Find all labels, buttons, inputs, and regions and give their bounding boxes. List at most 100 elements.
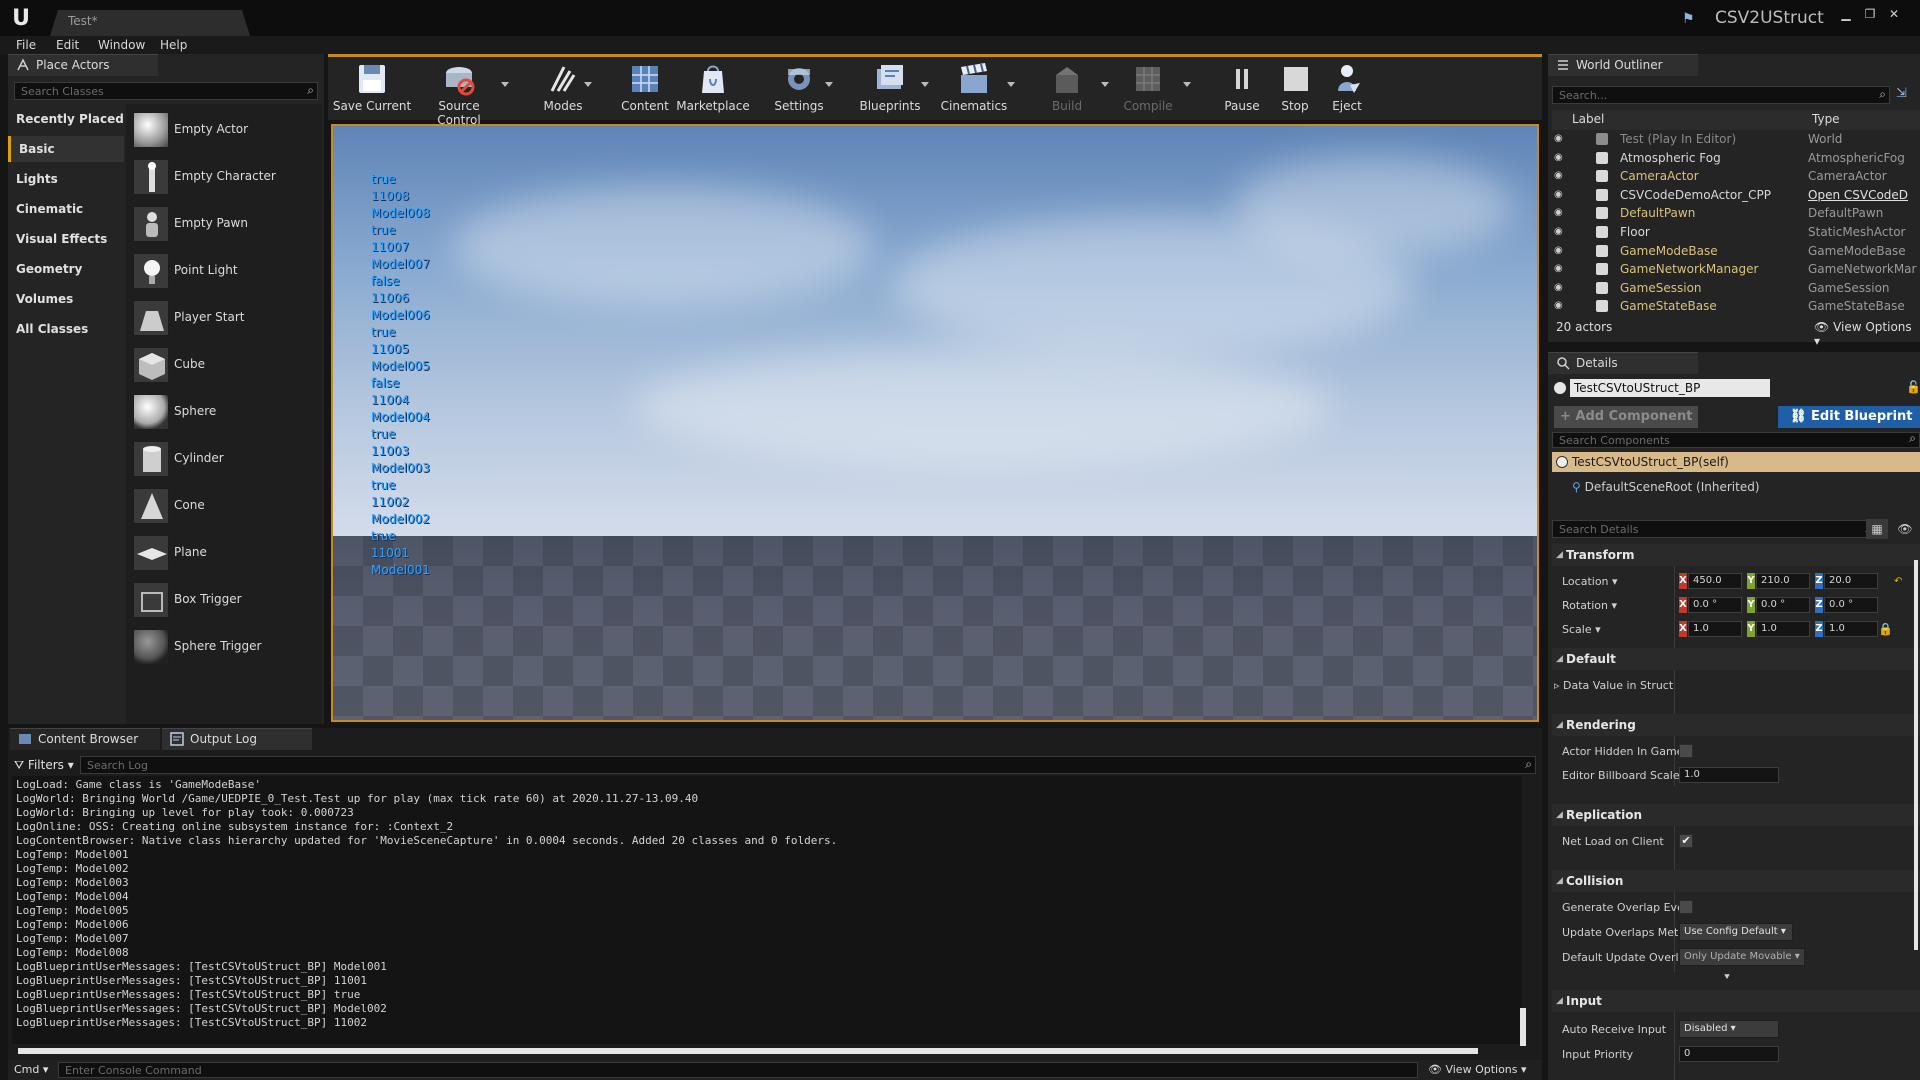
visibility-eye-icon[interactable]: ◉ bbox=[1554, 189, 1566, 200]
rotation-z-field[interactable]: 0.0 ° bbox=[1824, 597, 1878, 613]
actor-item-empty-character[interactable]: Empty Character bbox=[130, 155, 320, 199]
visibility-eye-icon[interactable]: ◉ bbox=[1554, 264, 1566, 274]
outliner-row[interactable]: ◉ GameSession GameSession bbox=[1552, 279, 1920, 297]
scale-x-field[interactable]: 1.0 bbox=[1688, 621, 1742, 637]
menu-help[interactable]: Help bbox=[152, 36, 195, 54]
outliner-row[interactable]: ◉ GameModeBase GameModeBase bbox=[1552, 242, 1920, 260]
outliner-row[interactable]: ◉ GameStateBase GameStateBase bbox=[1552, 297, 1920, 315]
source-control-button[interactable]: Source Control bbox=[416, 58, 502, 127]
visibility-eye-icon[interactable]: ◉ bbox=[1554, 245, 1566, 256]
build-dropdown-arrow-icon[interactable] bbox=[1101, 82, 1109, 87]
outliner-search-input[interactable]: Search... ⌕ bbox=[1552, 86, 1890, 104]
actor-hidden-checkbox[interactable] bbox=[1679, 744, 1693, 758]
lock-icon[interactable]: 🔓 bbox=[1906, 380, 1920, 394]
pause-button[interactable]: Pause bbox=[1216, 58, 1268, 116]
tab-details[interactable]: Details bbox=[1548, 352, 1698, 374]
billboard-scale-field[interactable]: 1.0 bbox=[1679, 767, 1779, 783]
advanced-expand-icon[interactable]: ⯆ bbox=[1723, 972, 1731, 983]
actor-item-point-light[interactable]: Point Light bbox=[130, 249, 320, 293]
category-all-classes[interactable]: All Classes bbox=[8, 316, 124, 342]
blueprints-dropdown-arrow-icon[interactable] bbox=[921, 82, 929, 87]
outliner-type[interactable]: Open CSVCodeD bbox=[1808, 186, 1908, 204]
add-component-button[interactable]: + Add Component ▾ bbox=[1554, 406, 1698, 446]
source-control-dropdown-arrow-icon[interactable] bbox=[501, 82, 509, 87]
column-label-header[interactable]: Label bbox=[1572, 112, 1604, 126]
maximize-button[interactable]: ❐ bbox=[1860, 6, 1880, 22]
blueprints-button[interactable]: Blueprints bbox=[856, 58, 924, 116]
generate-overlap-checkbox[interactable] bbox=[1679, 900, 1693, 914]
object-name-field[interactable]: TestCSVtoUStruct_BP bbox=[1570, 379, 1770, 397]
outliner-row[interactable]: ◉ Test (Play In Editor) World bbox=[1552, 130, 1920, 148]
compile-dropdown-arrow-icon[interactable] bbox=[1183, 82, 1191, 87]
minimize-button[interactable]: ▁ bbox=[1836, 6, 1856, 22]
property-matrix-icon[interactable]: ▦ bbox=[1866, 519, 1888, 539]
visibility-eye-icon[interactable]: ◉ bbox=[1554, 134, 1566, 144]
category-volumes[interactable]: Volumes bbox=[8, 286, 124, 312]
section-rendering[interactable]: ◢ Rendering bbox=[1552, 714, 1920, 736]
settings-button[interactable]: Settings bbox=[768, 58, 830, 116]
scale-y-field[interactable]: 1.0 bbox=[1756, 621, 1810, 637]
section-replication[interactable]: ◢ Replication bbox=[1552, 804, 1920, 826]
actor-item-sphere-trigger[interactable]: Sphere Trigger bbox=[130, 625, 320, 669]
outliner-row[interactable]: ◉ Atmospheric Fog AtmosphericFog bbox=[1552, 149, 1920, 167]
location-y-field[interactable]: 210.0 bbox=[1756, 573, 1810, 589]
actor-item-cone[interactable]: Cone bbox=[130, 484, 320, 528]
visibility-eye-icon[interactable]: ◉ bbox=[1554, 171, 1566, 181]
cmd-dropdown[interactable]: Cmd ▾ bbox=[14, 1062, 54, 1078]
section-default[interactable]: ◢ Default bbox=[1552, 648, 1920, 670]
stop-button[interactable]: Stop bbox=[1270, 58, 1320, 116]
visibility-eye-icon[interactable]: ◉ bbox=[1554, 152, 1566, 163]
cinematics-dropdown-arrow-icon[interactable] bbox=[1007, 82, 1015, 87]
add-filter-icon[interactable]: ⇲ bbox=[1896, 86, 1912, 102]
log-scrollbar-vertical[interactable] bbox=[1520, 1008, 1526, 1046]
eject-button[interactable]: Eject bbox=[1322, 58, 1372, 116]
log-scrollbar-horizontal[interactable] bbox=[18, 1048, 1478, 1054]
default-update-overlaps-combo[interactable]: Only Update Movable ▾ bbox=[1679, 948, 1805, 966]
actor-item-empty-actor[interactable]: Empty Actor bbox=[130, 108, 320, 152]
outliner-row[interactable]: ◉ CameraActor CameraActor bbox=[1552, 167, 1920, 185]
location-z-field[interactable]: 20.0 bbox=[1824, 573, 1878, 589]
net-load-checkbox[interactable]: ✔ bbox=[1679, 834, 1693, 848]
actor-item-cylinder[interactable]: Cylinder bbox=[130, 437, 320, 481]
visibility-eye-icon[interactable]: ◉ bbox=[1554, 301, 1566, 311]
content-button[interactable]: Content bbox=[616, 58, 674, 116]
search-components-input[interactable]: Search Components ⌕ bbox=[1552, 432, 1920, 448]
outliner-row[interactable]: ◉ CSVCodeDemoActor_CPP Open CSVCodeD bbox=[1552, 186, 1920, 204]
outliner-view-options-button[interactable]: 👁 View Options ▾ bbox=[1814, 320, 1920, 348]
visibility-eye-icon[interactable]: ◉ bbox=[1554, 208, 1566, 218]
search-classes-input[interactable]: Search Classes ⌕ bbox=[14, 82, 318, 100]
outliner-row[interactable]: ◉ GameNetworkManager GameNetworkMar bbox=[1552, 260, 1920, 278]
category-visual-effects[interactable]: Visual Effects bbox=[8, 226, 124, 252]
log-view-options-button[interactable]: 👁 View Options ▾ bbox=[1428, 1062, 1538, 1078]
log-output-area[interactable]: LogLoad: Game class is 'GameModeBase' Log… bbox=[12, 776, 1522, 1044]
level-viewport[interactable]: true 11008 Model008 true 11007 Model007 false 1… bbox=[331, 124, 1539, 722]
details-scrollbar[interactable] bbox=[1914, 560, 1918, 950]
scale-lock-icon[interactable]: 🔒 bbox=[1878, 622, 1893, 636]
column-type-header[interactable]: Type bbox=[1812, 112, 1840, 126]
category-geometry[interactable]: Geometry bbox=[8, 256, 124, 282]
category-lights[interactable]: Lights bbox=[8, 166, 124, 192]
tab-output-log[interactable]: Output Log bbox=[162, 728, 312, 750]
rotation-x-field[interactable]: 0.0 ° bbox=[1688, 597, 1742, 613]
category-cinematic[interactable]: Cinematic bbox=[8, 196, 124, 222]
settings-dropdown-arrow-icon[interactable] bbox=[825, 82, 833, 87]
component-default-root-row[interactable]: ⚲ DefaultSceneRoot (Inherited) bbox=[1572, 480, 1760, 494]
scale-z-field[interactable]: 1.0 bbox=[1824, 621, 1878, 637]
actor-item-plane[interactable]: Plane bbox=[130, 531, 320, 575]
build-button[interactable]: Build bbox=[1040, 58, 1094, 116]
rotation-label[interactable]: Rotation ▾ bbox=[1562, 599, 1617, 612]
tab-content-browser[interactable]: Content Browser bbox=[10, 728, 160, 750]
actor-item-cube[interactable]: Cube bbox=[130, 343, 320, 387]
section-collision[interactable]: ◢ Collision bbox=[1552, 870, 1920, 892]
actor-item-player-start[interactable]: Player Start bbox=[130, 296, 320, 340]
save-current-button[interactable]: Save Current bbox=[332, 58, 412, 116]
auto-receive-input-combo[interactable]: Disabled ▾ bbox=[1679, 1020, 1779, 1038]
tab-place-actors[interactable]: Place Actors bbox=[8, 54, 158, 76]
outliner-row[interactable]: ◉ DefaultPawn DefaultPawn bbox=[1552, 204, 1920, 222]
visibility-eye-icon[interactable]: ◉ bbox=[1554, 282, 1566, 293]
filters-dropdown[interactable]: ⛛ Filters ▾ bbox=[14, 756, 74, 774]
section-transform[interactable]: ◢ Transform bbox=[1552, 544, 1920, 566]
level-tab[interactable]: Test* bbox=[50, 10, 250, 36]
menu-window[interactable]: Window bbox=[90, 36, 153, 54]
reset-to-default-icon[interactable]: ↶ bbox=[1894, 576, 1902, 587]
